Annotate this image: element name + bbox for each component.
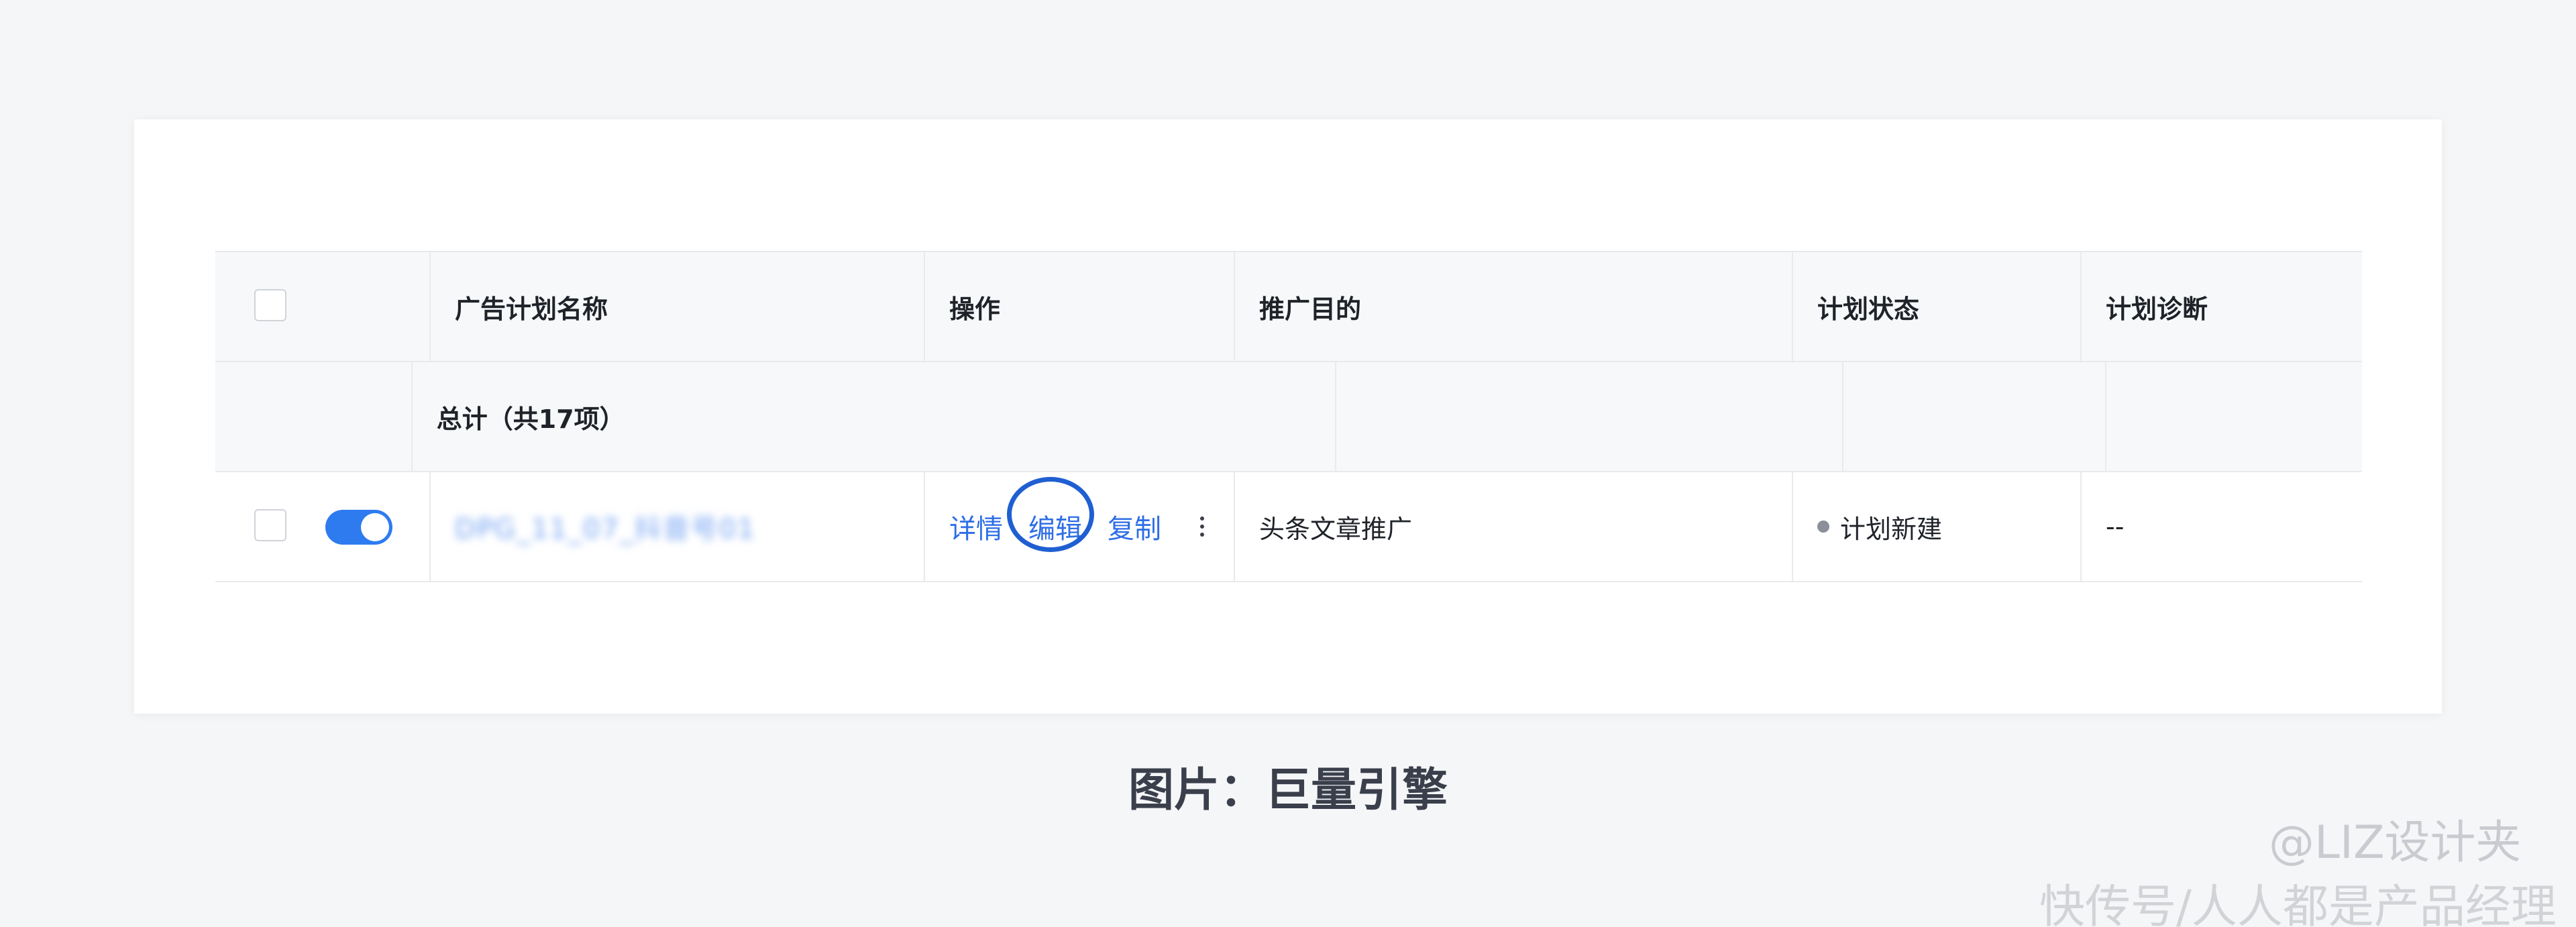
row-actions: 详情 编辑 复制: [949, 477, 1204, 552]
table-row: DPG_11_07_抖音号01 详情 编辑 复制 头条文章推广 计划新建 --: [215, 472, 2362, 582]
total-empty-cell: [215, 362, 413, 471]
table-card: 广告计划名称 操作 推广目的 计划状态 计划诊断 总计（共17项） DPG_11…: [134, 119, 2442, 714]
row-actions-cell: 详情 编辑 复制: [925, 472, 1235, 581]
watermark-author: @LIZ设计夹: [2269, 816, 2522, 869]
row-diagnosis: --: [2106, 512, 2125, 541]
copy-link[interactable]: 复制: [1108, 507, 1161, 546]
header-plan-name: 广告计划名称: [431, 252, 925, 361]
image-caption: 图片：巨量引擎: [1128, 764, 1448, 817]
row-status-cell: 计划新建: [1793, 472, 2082, 581]
plan-name-link[interactable]: DPG_11_07_抖音号01: [455, 507, 756, 546]
select-all-checkbox[interactable]: [254, 289, 286, 321]
row-plan-name-cell: DPG_11_07_抖音号01: [431, 472, 925, 581]
plan-toggle-switch[interactable]: [325, 510, 392, 545]
ad-plan-table: 广告计划名称 操作 推广目的 计划状态 计划诊断 总计（共17项） DPG_11…: [215, 251, 2362, 582]
header-status: 计划状态: [1793, 252, 2082, 361]
details-link[interactable]: 详情: [949, 507, 1003, 546]
row-checkbox[interactable]: [254, 509, 286, 541]
header-purpose: 推广目的: [1235, 252, 1793, 361]
more-vertical-icon[interactable]: [1200, 516, 1204, 537]
table-header-row: 广告计划名称 操作 推广目的 计划状态 计划诊断: [215, 252, 2362, 362]
row-purpose: 头条文章推广: [1235, 472, 1793, 581]
header-select-cell: [215, 252, 431, 361]
header-diagnosis: 计划诊断: [2106, 294, 2208, 324]
row-select-cell: [215, 472, 431, 581]
header-actions: 操作: [925, 252, 1235, 361]
toggle-knob: [361, 513, 389, 541]
row-status: 计划新建: [1840, 514, 1943, 544]
total-purpose-cell: [1336, 362, 1843, 471]
highlight-circle: [1007, 477, 1094, 552]
total-label: 总计（共17项）: [413, 362, 1337, 471]
stage: 广告计划名称 操作 推广目的 计划状态 计划诊断 总计（共17项） DPG_11…: [0, 0, 2576, 927]
status-dot-icon: [1817, 521, 1829, 533]
edit-link-wrap: 编辑: [1007, 477, 1108, 552]
total-status-cell: [1843, 362, 2106, 471]
total-diagnosis-cell: [2106, 362, 2362, 471]
table-total-row: 总计（共17项）: [215, 362, 2362, 472]
watermark-source: 快传号/人人都是产品经理: [2039, 881, 2557, 927]
